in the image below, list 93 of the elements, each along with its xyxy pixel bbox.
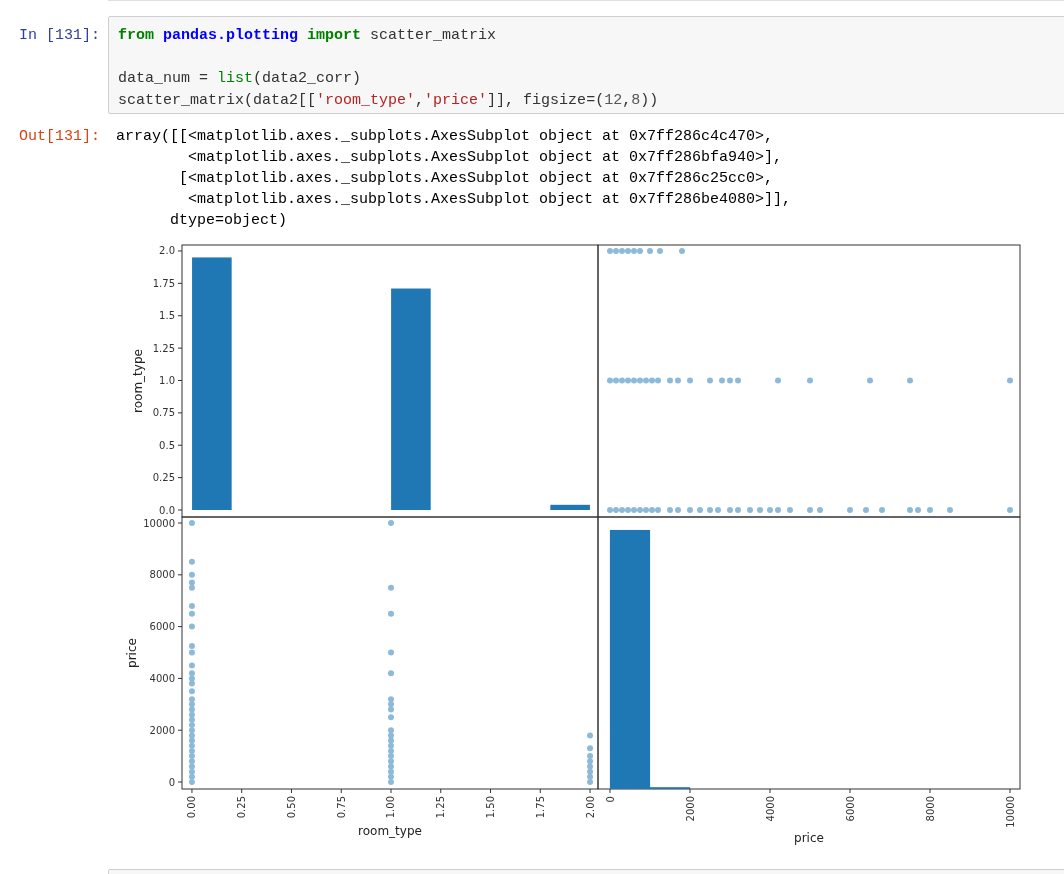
data-point	[767, 507, 773, 513]
tick-label: 2.00	[584, 796, 596, 819]
tick-label: 1.50	[485, 796, 496, 819]
tick-label: 0.00	[186, 796, 198, 819]
tick-label: 0.0	[159, 504, 175, 516]
data-point	[867, 377, 873, 384]
data-point	[687, 507, 693, 513]
tick-label: 2.0	[159, 245, 175, 257]
data-point	[907, 377, 913, 384]
tick-label: 2000	[149, 724, 175, 736]
axis-title: price	[794, 830, 824, 845]
data-point	[675, 377, 681, 384]
output-line: array([[<matplotlib.axes._subplots.AxesSubplot object at 0x7ff286c4c470>,	[116, 127, 775, 147]
data-point	[679, 247, 685, 254]
tick-label: 6000	[844, 796, 856, 822]
data-point	[1007, 507, 1013, 513]
data-point	[947, 507, 953, 513]
data-point	[1007, 377, 1013, 384]
data-point	[388, 520, 394, 526]
data-point	[667, 377, 673, 384]
tick-label: 8000	[149, 569, 175, 581]
tick-label: 1.5	[159, 310, 175, 322]
data-point	[775, 507, 781, 513]
input-prompt: In [131]:	[18, 26, 101, 46]
data-point	[388, 610, 394, 617]
code-editor[interactable]: from pandas.plotting import scatter_matrix data_num = list(data2_corr) scatter_matrix(data2[['room_type','price']], figsize=(12,8))	[108, 16, 1064, 114]
data-point	[388, 584, 394, 591]
histogram-bar	[550, 504, 590, 510]
tick-label: 1.25	[435, 796, 447, 819]
data-point	[719, 377, 725, 384]
data-point	[817, 507, 823, 513]
data-point	[727, 507, 733, 513]
tick-label: 1.75	[534, 796, 546, 819]
data-point	[847, 507, 853, 513]
data-point	[675, 507, 681, 513]
data-point	[388, 670, 394, 677]
data-point	[687, 377, 693, 384]
data-point	[727, 377, 733, 384]
data-point	[915, 507, 921, 513]
tick-label: 0.25	[236, 796, 248, 819]
code-line: scatter_matrix(data2[['room_type','price']], figsize=(12,8))	[118, 90, 660, 111]
data-point	[188, 558, 195, 565]
code-line: from pandas.plotting import scatter_matrix	[118, 26, 498, 46]
tick-label: 1.75	[152, 277, 175, 289]
data-point	[757, 507, 763, 513]
tick-label: 4000	[764, 796, 776, 822]
tick-label: 0.5	[159, 439, 175, 451]
data-point	[807, 377, 813, 384]
tick-label: 6000	[149, 621, 175, 633]
data-point	[787, 507, 793, 513]
output-prompt: Out[131]:	[18, 127, 101, 147]
tick-label: 10000	[1004, 796, 1016, 828]
tick-label: 0.50	[285, 796, 297, 819]
data-point	[188, 520, 195, 526]
data-point	[735, 377, 741, 384]
data-point	[879, 507, 885, 513]
data-point	[707, 377, 713, 384]
output-line: <matplotlib.axes._subplots.AxesSubplot object at 0x7ff286bfa940>],	[187, 148, 784, 168]
axis-title: room_type	[358, 824, 422, 838]
data-point	[735, 507, 741, 513]
data-point	[587, 732, 594, 739]
data-point	[667, 507, 673, 513]
data-point	[707, 507, 713, 513]
tick-label: 1.0	[159, 375, 175, 386]
data-point	[927, 507, 933, 513]
data-point	[747, 507, 753, 513]
data-point	[657, 247, 663, 254]
data-point	[807, 507, 813, 513]
data-point	[775, 377, 781, 384]
tick-label: 0.25	[152, 472, 175, 484]
data-point	[697, 507, 703, 513]
data-point	[907, 507, 913, 513]
data-point	[388, 649, 394, 656]
axis-title: price	[124, 638, 139, 668]
axis-title: room_type	[131, 349, 145, 413]
data-point	[188, 623, 195, 630]
data-point	[863, 507, 869, 513]
tick-label: 0	[168, 776, 175, 788]
tick-label: 8000	[924, 796, 936, 822]
tick-label: 1.25	[152, 342, 175, 354]
tick-label: 10000	[143, 517, 175, 529]
tick-label: 0.75	[152, 407, 175, 419]
tick-label: 2000	[684, 796, 696, 822]
output-line: [<matplotlib.axes._subplots.AxesSubplot object at 0x7ff286c25cc0>,	[178, 169, 775, 189]
data-point	[647, 247, 653, 254]
tick-label: 0	[604, 796, 616, 803]
tick-label: 1.00	[385, 796, 397, 819]
data-point	[715, 507, 721, 513]
tick-label: 4000	[149, 672, 175, 684]
tick-label: 0.75	[335, 796, 347, 819]
code-line: data_num = list(data2_corr)	[118, 69, 363, 89]
output-line: <matplotlib.axes._subplots.AxesSubplot object at 0x7ff286be4080>]],	[187, 190, 792, 210]
output-line: dtype=object)	[169, 211, 289, 231]
